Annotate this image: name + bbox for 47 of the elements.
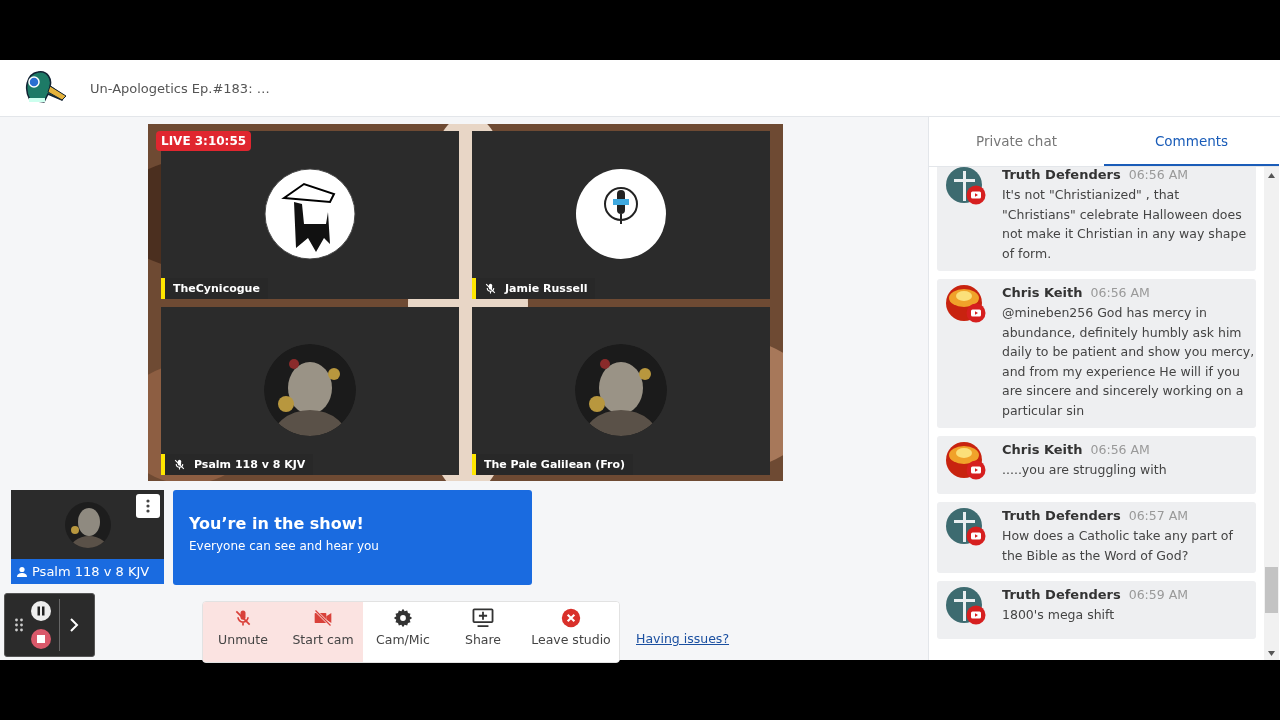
comment-text: It's not "Christianized" , that "Christians" celebrate Halloween does not make it Christian in any way shape of form. (1002, 186, 1248, 263)
youtube-badge-icon (966, 460, 986, 480)
scroll-up-icon[interactable] (1268, 173, 1275, 178)
comment-text: How does a Catholic take any part of the Bible as the Word of God? (1002, 527, 1234, 565)
toolbar-button[interactable]: Unmute (203, 602, 283, 662)
help-link[interactable]: Having issues? (636, 631, 730, 646)
settings-icon (393, 608, 413, 628)
scrollbar-thumb[interactable] (1265, 567, 1278, 613)
comment-text: @mineben256 God has mercy in abundance, definitely humbly ask him daily to be patient and show you mercy, and from my experience He will if you are sincere and sincerely working on a particular sin (1002, 304, 1256, 420)
comment-text: .....you are struggling with (1002, 461, 1168, 479)
comment-time: 06:56 AM (1090, 442, 1150, 457)
chevron-right-icon (69, 617, 79, 633)
youtube-badge-icon (966, 185, 986, 205)
mic-off-icon (233, 608, 253, 628)
comment-author: Truth Defenders (1002, 508, 1121, 523)
comment-time: 06:56 AM (1128, 167, 1189, 182)
pause-icon (31, 601, 51, 621)
comment-time: 06:57 AM (1128, 508, 1189, 523)
banner-text: Everyone can see and hear you (189, 539, 380, 553)
kebab-icon (146, 499, 150, 513)
self-name: Psalm 118 v 8 KJV (32, 564, 150, 579)
comment-text: 1800's mega shift (1002, 606, 1116, 624)
comment-author: Truth Defenders (1002, 587, 1121, 602)
drag-handle-icon[interactable] (15, 618, 23, 632)
close-icon (561, 608, 581, 628)
youtube-badge-icon (966, 605, 986, 625)
stop-button[interactable] (31, 629, 51, 649)
toolbar-button[interactable]: Start cam (283, 602, 363, 662)
pause-button[interactable] (31, 601, 51, 621)
more-options-button[interactable] (136, 494, 160, 518)
comment-author: Chris Keith (1002, 442, 1083, 457)
comment-author: Chris Keith (1002, 285, 1083, 300)
expand-button[interactable] (69, 617, 79, 633)
scrollbar[interactable] (1264, 167, 1279, 660)
banner-title: You’re in the show! (189, 514, 365, 533)
youtube-badge-icon (966, 526, 986, 546)
comment-time: 06:59 AM (1128, 587, 1189, 602)
screen-share-icon (472, 608, 494, 628)
comment-time: 06:56 AM (1090, 285, 1150, 300)
duck-icon (24, 70, 68, 106)
youtube-badge-icon (966, 303, 986, 323)
camera-off-icon (312, 608, 334, 628)
person-icon (16, 565, 28, 578)
scroll-down-icon[interactable] (1268, 651, 1275, 656)
comment-author: Truth Defenders (1002, 167, 1121, 182)
stop-icon (31, 629, 51, 649)
studio-title: Un-Apologetics Ep.#183: … (90, 80, 270, 96)
